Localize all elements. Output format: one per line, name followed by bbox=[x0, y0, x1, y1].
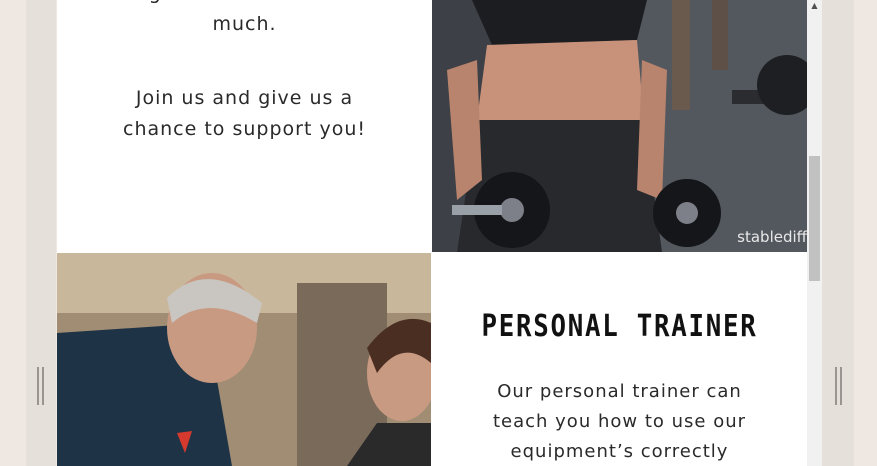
intro-line-2: much. bbox=[212, 13, 277, 35]
personal-trainer-section: PERSONAL TRAINER Our personal trainer ca… bbox=[432, 253, 807, 466]
description-line-1: Our personal trainer can bbox=[497, 381, 742, 402]
intro-line-4: chance to support you! bbox=[123, 118, 366, 140]
trainer-photo-illustration bbox=[57, 253, 431, 466]
intro-paragraph-2: Join us and give us a chance to support … bbox=[57, 83, 432, 145]
description-line-2: teach you how to use our bbox=[492, 411, 747, 432]
intro-paragraph-1: together we can do so much. bbox=[57, 0, 432, 40]
intro-line-3: Join us and give us a bbox=[135, 87, 354, 109]
intro-text-block: together we can do so much. Join us and … bbox=[57, 0, 432, 252]
gym-dumbbell-photo: stablediff bbox=[432, 0, 807, 252]
section-heading: PERSONAL TRAINER bbox=[481, 309, 758, 344]
right-resize-handle-icon[interactable] bbox=[835, 367, 843, 405]
photo-watermark: stablediff bbox=[737, 228, 807, 246]
gym-photo-illustration bbox=[432, 0, 807, 252]
right-gutter bbox=[854, 0, 877, 466]
section-description: Our personal trainer can teach you how t… bbox=[432, 377, 807, 466]
description-line-3: equipment’s correctly bbox=[510, 441, 729, 462]
left-resize-handle-icon[interactable] bbox=[37, 367, 45, 405]
intro-line-1: together we can do so bbox=[57, 0, 432, 9]
trainer-client-photo bbox=[57, 253, 431, 466]
page-content: together we can do so much. Join us and … bbox=[57, 0, 807, 466]
scroll-up-icon[interactable]: ▲ bbox=[807, 0, 822, 14]
vertical-scrollbar[interactable]: ▲ bbox=[807, 0, 822, 466]
scrollbar-thumb[interactable] bbox=[809, 156, 820, 281]
left-gutter bbox=[0, 0, 26, 466]
